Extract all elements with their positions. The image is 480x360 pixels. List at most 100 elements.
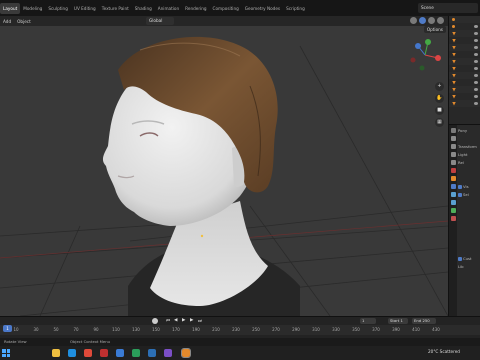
weather-widget[interactable]: 20°C Scattered — [428, 349, 460, 354]
prop-row[interactable]: Vis — [458, 183, 480, 191]
prop-row[interactable]: Rel — [458, 159, 480, 167]
menu-object[interactable]: Object — [14, 19, 34, 24]
outliner-row[interactable] — [449, 79, 480, 86]
outliner-row[interactable] — [449, 100, 480, 107]
orientation-dropdown[interactable]: Global — [146, 17, 174, 25]
tab-geometry-nodes[interactable]: Geometry Nodes — [242, 3, 283, 14]
end-frame-field[interactable]: End 250 — [412, 318, 436, 324]
eye-icon[interactable] — [474, 32, 478, 35]
app-icon[interactable] — [148, 349, 156, 357]
prop-row[interactable]: Cust — [458, 255, 480, 263]
tab-compositing[interactable]: Compositing — [210, 3, 242, 14]
app-icon[interactable] — [164, 349, 172, 357]
play-icon[interactable]: ▶ — [182, 318, 185, 323]
material-icon[interactable] — [450, 216, 456, 221]
prop-row — [458, 247, 480, 255]
eye-icon[interactable] — [474, 81, 478, 84]
eye-icon[interactable] — [474, 46, 478, 49]
eye-icon[interactable] — [474, 95, 478, 98]
physics-icon[interactable] — [450, 200, 456, 205]
mesh-icon — [452, 38, 456, 43]
data-icon[interactable] — [450, 208, 456, 213]
blender-taskbar-icon[interactable] — [181, 348, 191, 358]
tab-rendering[interactable]: Rendering — [182, 3, 209, 14]
tool-icon[interactable] — [450, 128, 456, 133]
app-icon[interactable] — [132, 349, 140, 357]
zoom-icon[interactable]: + — [435, 82, 444, 91]
prev-keyframe-icon[interactable]: ◀ — [174, 318, 177, 323]
material-shading-icon[interactable] — [428, 17, 435, 24]
navigation-gizmo[interactable] — [408, 38, 442, 72]
frame-tick: 250 — [252, 327, 260, 332]
current-frame-field[interactable]: 1 — [360, 318, 376, 324]
scene-selector[interactable]: Scene — [418, 3, 478, 13]
start-frame-field[interactable]: Start 1 — [388, 318, 408, 324]
object-icon[interactable] — [450, 176, 456, 181]
eye-icon[interactable] — [474, 60, 478, 63]
render-icon[interactable] — [450, 136, 456, 141]
menu-add[interactable]: Add — [0, 19, 14, 24]
edge-icon[interactable] — [68, 349, 76, 357]
frame-ruler[interactable]: 10 30 50 70 90 110 130 150 170 190 210 2… — [0, 325, 480, 335]
rendered-shading-icon[interactable] — [437, 17, 444, 24]
outliner-row[interactable] — [449, 30, 480, 37]
file-explorer-icon[interactable] — [52, 349, 60, 357]
eye-icon[interactable] — [474, 53, 478, 56]
frame-tick: 190 — [192, 327, 200, 332]
playhead[interactable]: 1 — [3, 325, 12, 332]
checkbox-icon[interactable] — [458, 185, 462, 189]
outliner-row[interactable] — [449, 44, 480, 51]
tab-sculpting[interactable]: Sculpting — [45, 3, 71, 14]
eye-icon[interactable] — [474, 67, 478, 70]
wireframe-shading-icon[interactable] — [410, 17, 417, 24]
record-icon[interactable] — [152, 318, 158, 324]
modifier-icon[interactable] — [450, 184, 456, 189]
outliner-row[interactable] — [449, 58, 480, 65]
outliner-row[interactable] — [449, 93, 480, 100]
jump-start-icon[interactable]: ⏮ — [166, 318, 170, 324]
tab-layout[interactable]: Layout — [0, 2, 21, 14]
prop-row[interactable]: Sel — [458, 191, 480, 199]
tab-shading[interactable]: Shading — [132, 3, 155, 14]
app-icon[interactable] — [100, 349, 108, 357]
outliner-row[interactable] — [449, 51, 480, 58]
grid-icon[interactable]: ▦ — [435, 118, 444, 127]
next-keyframe-icon[interactable]: ▶ — [190, 318, 193, 323]
options-button[interactable]: Options — [423, 26, 446, 33]
output-icon[interactable] — [450, 144, 456, 149]
3d-viewport[interactable]: Options + ✋ ■ ▦ — [0, 26, 448, 316]
eye-icon[interactable] — [474, 88, 478, 91]
tab-animation[interactable]: Animation — [155, 3, 182, 14]
eye-icon[interactable] — [474, 102, 478, 105]
prop-row[interactable]: Light — [458, 151, 480, 159]
windows-start-icon[interactable] — [2, 349, 10, 357]
checkbox-icon[interactable] — [458, 193, 462, 197]
view-layer-icon[interactable] — [450, 152, 456, 157]
eye-icon[interactable] — [474, 74, 478, 77]
outliner-row[interactable] — [449, 37, 480, 44]
tab-modeling[interactable]: Modeling — [20, 3, 45, 14]
world-icon[interactable] — [450, 168, 456, 173]
eye-icon[interactable] — [474, 25, 478, 28]
jump-end-icon[interactable]: ⏭ — [198, 318, 202, 324]
tab-uv-editing[interactable]: UV Editing — [71, 3, 99, 14]
prop-row[interactable]: Transform — [458, 143, 480, 151]
outliner-row[interactable] — [449, 86, 480, 93]
tab-scripting[interactable]: Scripting — [283, 3, 308, 14]
eye-icon[interactable] — [474, 39, 478, 42]
scene-icon[interactable] — [450, 160, 456, 165]
checkbox-icon[interactable] — [458, 257, 462, 261]
outliner-row[interactable] — [449, 65, 480, 72]
outliner-row[interactable] — [449, 72, 480, 79]
outliner-row[interactable] — [449, 16, 480, 23]
particles-icon[interactable] — [450, 192, 456, 197]
app-icon[interactable] — [84, 349, 92, 357]
app-icon[interactable] — [116, 349, 124, 357]
pan-hand-icon[interactable]: ✋ — [435, 94, 444, 103]
mesh-icon — [452, 59, 456, 64]
solid-shading-icon[interactable] — [419, 17, 426, 24]
tab-texture-paint[interactable]: Texture Paint — [99, 3, 132, 14]
camera-icon[interactable]: ■ — [435, 106, 444, 115]
prop-row[interactable]: Lib — [458, 263, 480, 271]
outliner-row[interactable] — [449, 23, 480, 30]
